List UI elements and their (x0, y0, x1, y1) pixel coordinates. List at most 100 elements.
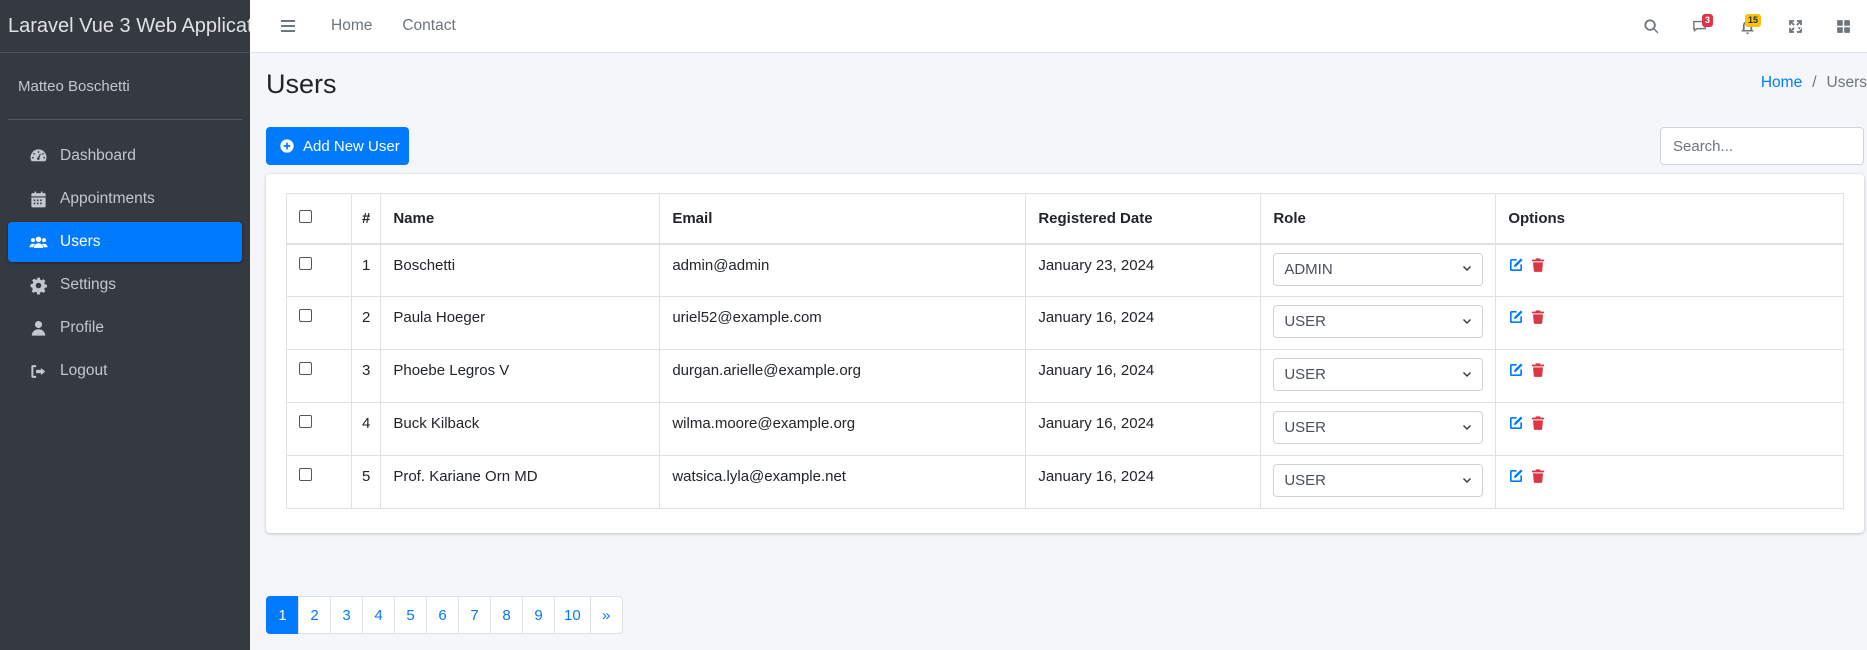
role-select[interactable]: USER (1273, 411, 1484, 444)
calendar-icon (28, 189, 48, 209)
row-registered-date: January 16, 2024 (1025, 296, 1262, 350)
users-icon (28, 232, 48, 252)
row-role-cell: USER (1260, 296, 1497, 350)
users-card: # Name Email Registered Date Role Option… (266, 174, 1864, 533)
breadcrumb-home-link[interactable]: Home (1761, 74, 1802, 92)
sidebar-item-users[interactable]: Users (8, 222, 242, 262)
role-select-value: ADMIN (1284, 260, 1333, 278)
row-checkbox[interactable] (299, 415, 312, 428)
row-select-cell (286, 402, 352, 456)
user-panel: Matteo Boschetti (8, 53, 242, 120)
row-checkbox[interactable] (299, 256, 312, 270)
trash-icon[interactable] (1530, 415, 1546, 431)
row-registered-date: January 16, 2024 (1025, 455, 1262, 509)
row-index: 2 (350, 296, 382, 350)
page-link-9[interactable]: 9 (522, 596, 555, 634)
trash-icon[interactable] (1530, 257, 1546, 273)
row-options (1495, 455, 1844, 509)
pagination: 1 2 3 4 5 6 7 8 9 10» (266, 596, 623, 634)
edit-icon[interactable] (1508, 415, 1524, 431)
header-select-all (286, 193, 352, 245)
page-link-5[interactable]: 5 (394, 596, 427, 634)
sidebar-item-label: Profile (60, 319, 104, 336)
row-email: admin@admin (659, 243, 1027, 297)
role-select[interactable]: ADMIN (1273, 252, 1484, 286)
row-role-cell: USER (1260, 349, 1497, 403)
header-email[interactable]: Email (659, 193, 1027, 245)
row-name: Paula Hoeger (380, 296, 661, 350)
users-table: # Name Email Registered Date Role Option… (286, 193, 1844, 509)
page-title: Users (266, 69, 337, 99)
sidebar-item-settings[interactable]: Settings (8, 265, 242, 305)
brand-title: Laravel Vue 3 Web Application (8, 14, 280, 37)
sidebar-item-label: Dashboard (60, 147, 136, 164)
page-link-7[interactable]: 7 (458, 596, 491, 634)
edit-icon[interactable] (1508, 362, 1524, 378)
page-link-2[interactable]: 2 (298, 596, 331, 634)
select-all-checkbox[interactable] (299, 209, 312, 223)
row-checkbox[interactable] (299, 468, 312, 481)
row-select-cell (286, 243, 352, 297)
role-select[interactable]: USER (1273, 305, 1484, 338)
row-email: wilma.moore@example.org (659, 402, 1027, 456)
page-link-6[interactable]: 6 (426, 596, 459, 634)
edit-icon[interactable] (1508, 468, 1524, 484)
row-checkbox[interactable] (299, 362, 312, 375)
page-link-8[interactable]: 8 (490, 596, 523, 634)
row-registered-date: January 16, 2024 (1025, 349, 1262, 403)
fullscreen-icon[interactable] (1771, 0, 1819, 53)
brand-link[interactable]: Laravel Vue 3 Web Application (0, 0, 279, 53)
row-options (1495, 349, 1844, 403)
edit-icon[interactable] (1508, 309, 1524, 325)
search-input[interactable] (1660, 127, 1864, 165)
row-options (1495, 402, 1844, 456)
user-icon (28, 318, 48, 338)
sidebar-item-label: Appointments (60, 190, 155, 207)
sidebar-item-profile[interactable]: Profile (8, 308, 242, 348)
table-row: 5 Prof. Kariane Orn MD watsica.lyla@exampl… (286, 455, 1844, 509)
role-select-value: USER (1284, 419, 1327, 436)
add-new-user-button[interactable]: Add New User (266, 127, 409, 165)
role-select[interactable]: USER (1273, 464, 1484, 497)
role-select-value: USER (1284, 366, 1327, 383)
grid-apps-icon[interactable] (1819, 0, 1867, 53)
role-select[interactable]: USER (1273, 358, 1484, 391)
messages-badge: 3 (1701, 14, 1713, 27)
sidebar-item-logout[interactable]: Logout (8, 351, 242, 391)
sidebar-item-dashboard[interactable]: Dashboard (8, 136, 242, 176)
row-options (1495, 296, 1844, 350)
messages-icon[interactable]: 3 (1675, 0, 1723, 53)
table-header-row: # Name Email Registered Date Role Option… (286, 193, 1844, 245)
page-link-10[interactable]: 10 (554, 596, 591, 634)
row-name: Prof. Kariane Orn MD (380, 455, 661, 509)
tachometer-icon (28, 146, 48, 166)
row-index: 5 (350, 455, 382, 509)
search-icon[interactable] (1627, 0, 1675, 53)
table-row: 3 Phoebe Legros Vdurgan.arielle@example.o… (286, 349, 1844, 403)
chevron-down-icon (1463, 266, 1472, 271)
page-next-link[interactable]: » (589, 596, 623, 634)
row-role-cell: ADMIN (1260, 243, 1497, 297)
page-link-1[interactable]: 1 (266, 596, 299, 634)
edit-icon[interactable] (1508, 257, 1524, 273)
user-name[interactable]: Matteo Boschetti (18, 78, 130, 95)
sidebar-item-appointments[interactable]: Appointments (8, 179, 242, 219)
row-select-cell (286, 296, 352, 350)
bell-icon[interactable]: 15 (1723, 0, 1771, 53)
hamburger-menu-icon[interactable] (273, 11, 303, 41)
trash-icon[interactable] (1530, 362, 1546, 378)
trash-icon[interactable] (1530, 309, 1546, 325)
row-checkbox[interactable] (299, 309, 312, 322)
topnav-home-link[interactable]: Home (331, 17, 372, 35)
chevron-down-icon (1463, 371, 1472, 377)
trash-icon[interactable] (1530, 468, 1546, 484)
row-email: uriel52@example.com (659, 296, 1027, 350)
header-role[interactable]: Role (1260, 193, 1497, 245)
header-registered-date[interactable]: Registered Date (1025, 193, 1262, 245)
row-email: durgan.arielle@example.org (659, 349, 1027, 403)
page-link-3[interactable]: 3 (330, 596, 363, 634)
page-link-4[interactable]: 4 (362, 596, 395, 634)
notifications-badge: 15 (1744, 14, 1761, 27)
topnav-contact-link[interactable]: Contact (402, 17, 455, 35)
header-name[interactable]: Name (380, 193, 661, 245)
